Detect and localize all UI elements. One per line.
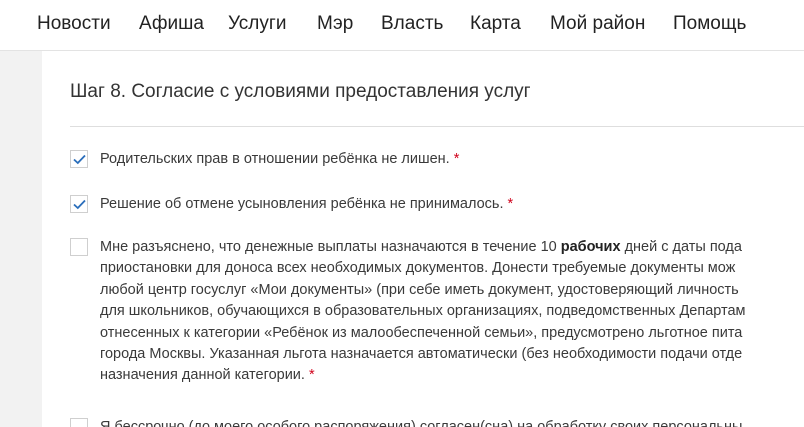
consent-checkbox[interactable] [70,150,88,168]
checkmark-icon [73,199,86,210]
divider [70,126,804,127]
nav-item-help[interactable]: Помощь [673,13,746,35]
consent-text-line: отнесенных к категории «Ребёнок из малоо… [100,324,743,341]
step-title: Шаг 8. Согласие с условиями предоставлен… [70,81,531,102]
nav-item-services[interactable]: Услуги [228,13,286,35]
nav-item-authority[interactable]: Власть [381,13,443,35]
form-step-panel: Шаг 8. Согласие с условиями предоставлен… [42,51,804,427]
nav-item-map[interactable]: Карта [470,13,521,35]
consent-checkbox[interactable] [70,238,88,256]
consent-label: Родительских прав в отношении ребёнка не… [100,151,460,167]
consent-label: Решение об отмене усыновления ребёнка не… [100,196,514,212]
consent-label: Мне разъяснено, что денежные выплаты наз… [100,237,746,387]
consent-text-line: города Москвы. Указанная льгота назначае… [100,346,743,363]
checkmark-icon [73,154,86,165]
consent-text-line: приостановки для доноса всех необходимых… [100,260,736,277]
consent-checkbox[interactable] [70,195,88,213]
consent-text-line: для школьников, обучающихся в образовате… [100,303,746,320]
required-asterisk: * [308,367,315,384]
nav-item-my-district[interactable]: Мой район [550,13,645,35]
consent-checkbox[interactable] [70,418,88,427]
consent-text-line: любой центр госуслуг «Мои документы» (пр… [100,281,739,298]
required-asterisk: * [507,196,514,212]
nav-item-afisha[interactable]: Афиша [139,13,204,35]
consent-text-line: Мне разъяснено, что денежные выплаты наз… [100,239,742,255]
consent-label: Я бессрочно (до моего особого распоряжен… [100,419,743,427]
nav-item-mayor[interactable]: Мэр [317,13,353,35]
nav-item-news[interactable]: Новости [37,13,111,35]
consent-text-line: назначения данной категории. * [100,367,315,384]
emphasis-text: рабочих [560,239,621,255]
top-navigation: Новости Афиша Услуги Мэр Власть Карта Мо… [0,0,804,51]
required-asterisk: * [453,151,460,167]
